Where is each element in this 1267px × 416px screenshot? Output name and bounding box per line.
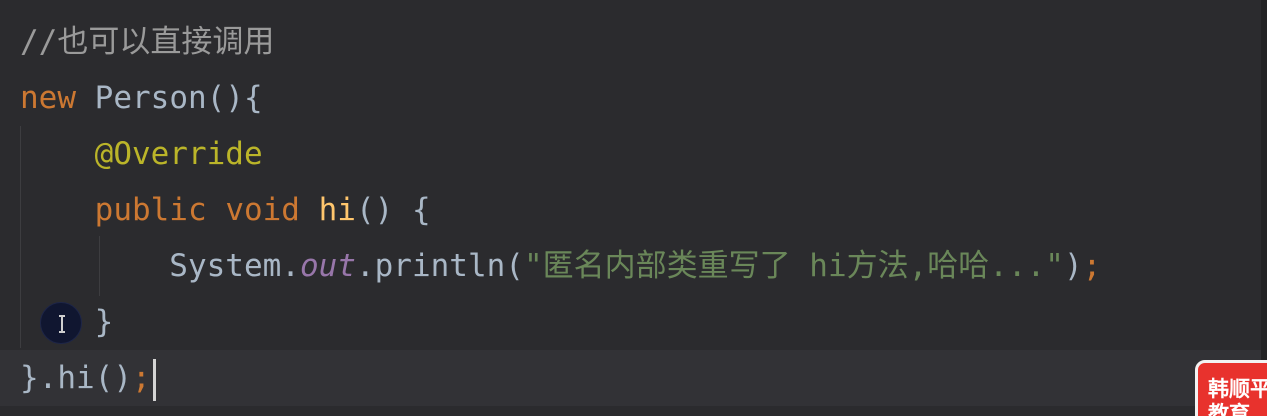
code-token-plain: Person(){	[76, 80, 263, 116]
code-line-content: System.out.println("匿名内部类重写了 hi方法,哈哈..."…	[20, 238, 1101, 294]
code-line-content: //也可以直接调用	[20, 14, 274, 70]
code-line-content: @Override	[20, 126, 263, 182]
code-token-plain: .println(	[355, 248, 524, 284]
code-line[interactable]: @Override	[0, 126, 1267, 182]
code-token-annotation: @Override	[94, 136, 263, 172]
editor-scrollbar-track[interactable]	[1261, 0, 1267, 416]
code-token-comment: //也可以直接调用	[20, 24, 275, 60]
code-line[interactable]: new Person(){	[0, 70, 1267, 126]
ibeam-cursor-icon	[40, 302, 82, 344]
text-caret	[152, 358, 156, 401]
code-token-keyword: ;	[131, 360, 151, 396]
code-token-keyword: ;	[1082, 248, 1102, 284]
code-token-method: hi	[318, 192, 356, 228]
code-editor[interactable]: //也可以直接调用 new Person(){ @Override public …	[0, 0, 1267, 416]
code-line[interactable]: System.out.println("匿名内部类重写了 hi方法,哈哈..."…	[0, 238, 1267, 294]
code-token-plain: System.	[20, 248, 300, 284]
code-token-field: out	[299, 248, 356, 284]
code-token-string: "匿名内部类重写了 hi方法,哈哈..."	[523, 248, 1064, 284]
code-line[interactable]: public void hi() {	[0, 182, 1267, 238]
code-token-plain: () {	[355, 192, 431, 228]
code-line-content: }.hi();	[20, 350, 156, 406]
code-line-content: new Person(){	[20, 70, 263, 126]
code-token-keyword: public	[94, 192, 207, 228]
code-line-current[interactable]: }.hi();	[0, 350, 1267, 406]
code-line[interactable]: }	[0, 294, 1267, 350]
code-line-content: public void hi() {	[20, 182, 431, 238]
watermark-text: 韩顺平 教育	[1208, 377, 1267, 416]
code-token-plain: )	[1063, 248, 1083, 284]
code-token-keyword: new	[20, 80, 76, 116]
watermark-line-2: 教育	[1208, 402, 1250, 416]
brand-watermark-logo: 韩顺平 教育	[1195, 360, 1267, 416]
code-line[interactable]: //也可以直接调用	[0, 14, 1267, 70]
watermark-line-1: 韩顺平	[1208, 377, 1267, 401]
code-token-keyword: void	[225, 192, 300, 228]
code-token-plain: }.hi()	[20, 360, 132, 396]
